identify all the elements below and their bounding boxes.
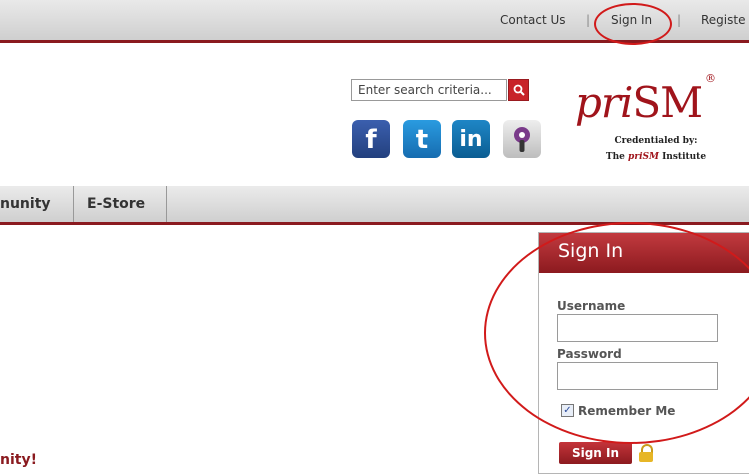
annotation-circle-signin: [594, 3, 672, 45]
search-icon: [513, 84, 525, 96]
registered-mark: ®: [705, 72, 716, 85]
register-link[interactable]: Registe: [701, 13, 745, 27]
search-input[interactable]: Enter search criteria...: [351, 79, 507, 101]
search-button[interactable]: [508, 79, 529, 101]
lock-icon: [639, 444, 653, 462]
twitter-icon[interactable]: t: [403, 120, 441, 158]
podcast-icon[interactable]: [503, 120, 541, 158]
sign-in-button[interactable]: Sign In: [559, 442, 632, 464]
separator: |: [586, 13, 591, 27]
credentialed-by-text: Credentialed by: The priSM Institute: [605, 136, 707, 162]
prism-logo[interactable]: priSM ®: [575, 72, 716, 127]
nav-item-estore[interactable]: E-Store: [87, 186, 145, 222]
nav-item-community[interactable]: nunity: [0, 186, 51, 222]
linkedin-icon[interactable]: in: [452, 120, 490, 158]
annotation-circle-signin-panel: [484, 222, 749, 444]
nav-separator: [73, 186, 74, 222]
welcome-heading: nity!: [0, 452, 37, 468]
contact-us-link[interactable]: Contact Us: [500, 13, 566, 27]
facebook-icon[interactable]: f: [352, 120, 390, 158]
main-nav: nunity E-Store: [0, 186, 749, 225]
separator: |: [677, 13, 682, 27]
nav-separator: [166, 186, 167, 222]
